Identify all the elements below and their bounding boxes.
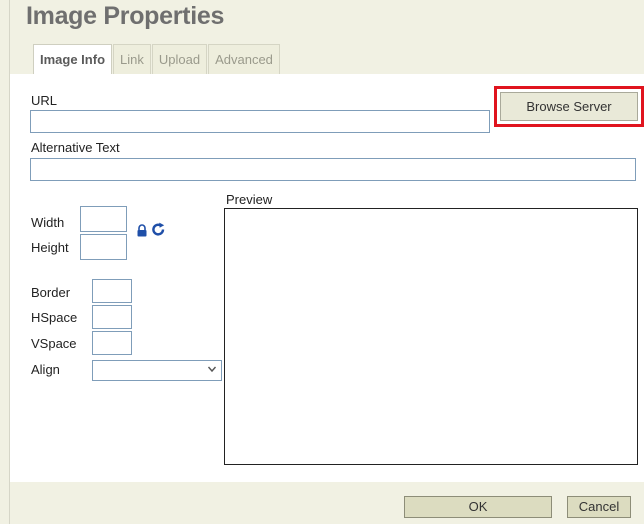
alt-text-input[interactable] — [30, 158, 636, 181]
browse-server-button[interactable]: Browse Server — [500, 92, 638, 121]
ok-button[interactable]: OK — [404, 496, 552, 518]
tab-link[interactable]: Link — [113, 44, 151, 74]
tab-image-info[interactable]: Image Info — [33, 44, 113, 74]
image-info-panel: URL Browse Server Alternative Text Width… — [10, 74, 644, 482]
width-input[interactable] — [80, 206, 127, 232]
height-label: Height — [31, 240, 69, 255]
alt-text-label: Alternative Text — [31, 140, 120, 155]
preview-label: Preview — [226, 192, 273, 207]
vspace-input[interactable] — [92, 331, 132, 355]
dialog-left-edge — [0, 0, 10, 524]
tab-advanced[interactable]: Advanced — [208, 44, 280, 74]
lock-icon[interactable] — [137, 224, 147, 237]
reset-size-icon[interactable] — [151, 222, 166, 237]
border-label: Border — [31, 285, 71, 300]
dialog-title: Image Properties — [26, 2, 225, 30]
tab-upload[interactable]: Upload — [151, 44, 208, 74]
url-label: URL — [31, 93, 58, 108]
align-select[interactable] — [92, 360, 222, 381]
chevron-down-icon — [207, 366, 217, 373]
cancel-button[interactable]: Cancel — [567, 496, 631, 518]
hspace-label: HSpace — [31, 310, 78, 325]
align-label: Align — [31, 362, 60, 377]
image-properties-dialog: Image Properties Image Info Link Upload … — [0, 0, 644, 524]
url-input[interactable] — [30, 110, 490, 133]
preview-area — [224, 208, 638, 465]
width-label: Width — [31, 215, 65, 230]
border-input[interactable] — [92, 279, 132, 303]
hspace-input[interactable] — [92, 305, 132, 329]
tab-bar: Image Info Link Upload Advanced — [33, 44, 281, 74]
height-input[interactable] — [80, 234, 127, 260]
dialog-footer: OK Cancel — [10, 482, 644, 524]
vspace-label: VSpace — [31, 336, 77, 351]
